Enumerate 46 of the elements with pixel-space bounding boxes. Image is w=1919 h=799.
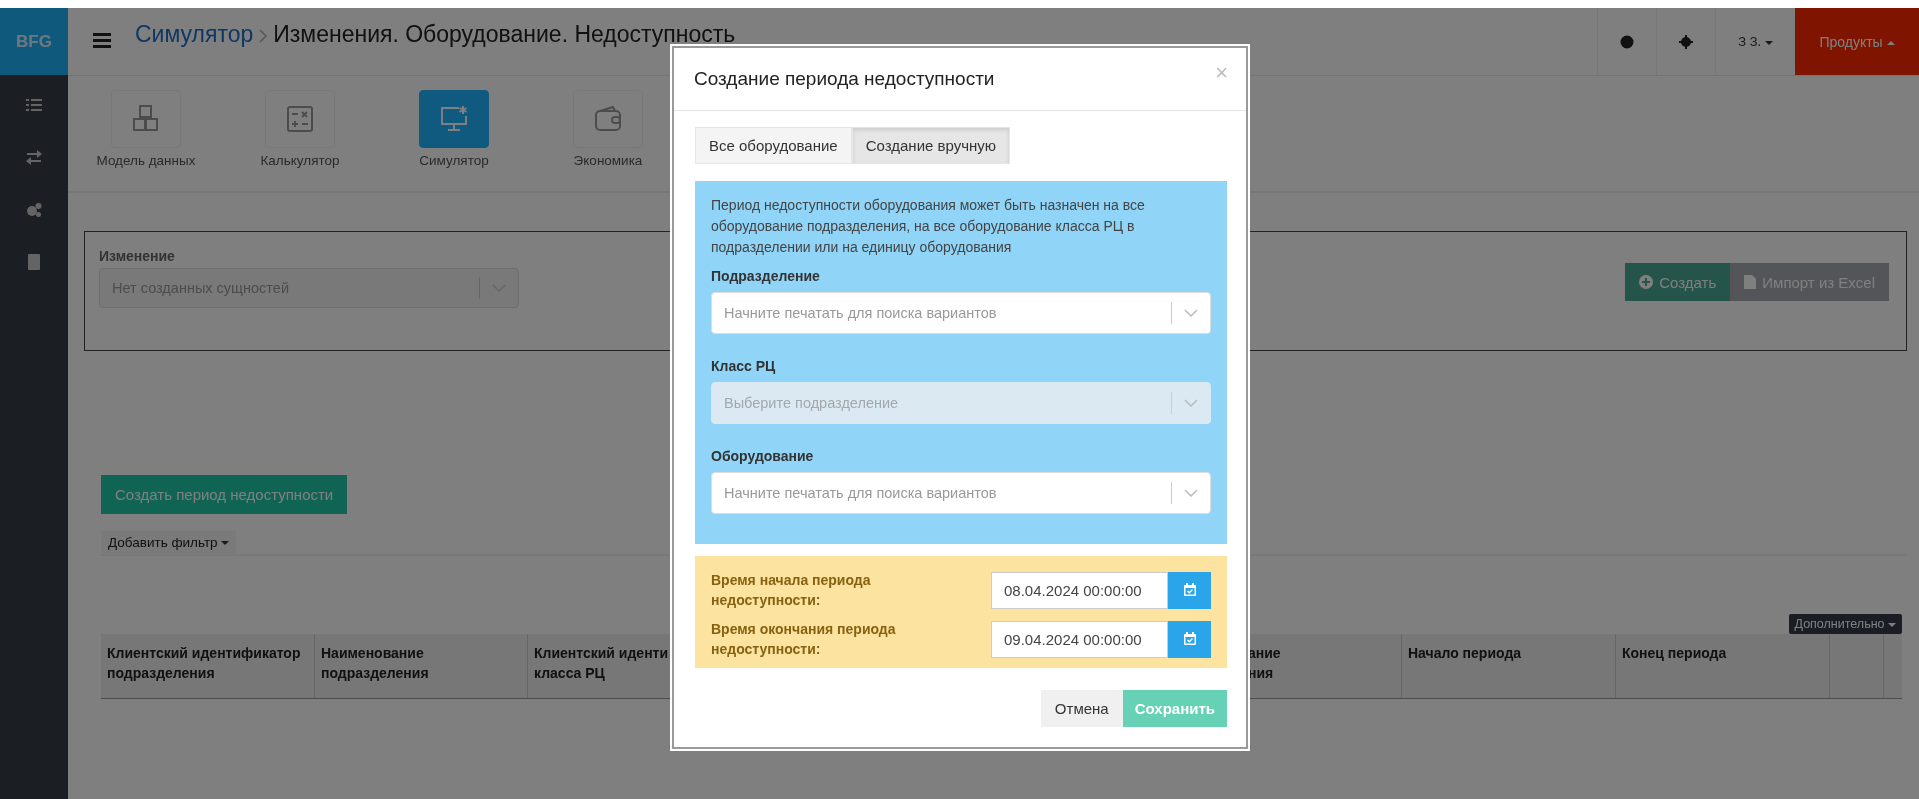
wallet-icon (593, 104, 623, 134)
calendar-icon (1182, 632, 1197, 646)
file-icon (1744, 275, 1757, 289)
cubes-icon (131, 104, 161, 134)
plus-circle-icon (1639, 275, 1654, 289)
module-tab[interactable]: Симулятор (377, 76, 531, 191)
select-field[interactable]: Начните печатать для поиска вариантов (711, 472, 1211, 514)
info-text: Период недоступности оборудования может быть назначен на все оборудование подразделения, на все оборудование класса РЦ в подразделении или на единицу оборудования (711, 196, 1146, 257)
breadcrumb-link[interactable]: Симулятор (135, 21, 254, 48)
monitor-icon (439, 104, 469, 134)
chevron-down-icon (1184, 309, 1198, 317)
products-menu[interactable]: Продукты (1795, 8, 1919, 75)
save-button[interactable]: Сохранить (1122, 690, 1227, 727)
dialog-title: Создание периода недоступности (694, 68, 995, 90)
module-tab[interactable]: Калькулятор (223, 76, 377, 191)
module-tab[interactable]: Модель данных (69, 76, 223, 191)
cancel-button[interactable]: Отмена (1040, 690, 1123, 727)
chevron-down-icon (1184, 489, 1198, 497)
select-field[interactable]: Начните печатать для поиска вариантов (711, 292, 1211, 334)
calendar-icon (1182, 583, 1197, 597)
date-input[interactable]: 08.04.2024 00:00:00 (991, 571, 1168, 609)
field-label: Класс РЦ (711, 358, 777, 374)
more-button[interactable]: Дополнительно (1788, 614, 1902, 634)
calendar-button[interactable] (1168, 571, 1211, 609)
create-button[interactable]: Создать (1625, 263, 1731, 301)
chevron-icon (259, 28, 268, 43)
module-tab[interactable]: Экономика (531, 76, 685, 191)
field-label: Время начала периода недоступности: (711, 571, 872, 610)
table-header-cell: Конец периода (1616, 634, 1830, 698)
field-label: Подразделение (711, 268, 821, 284)
tab[interactable]: Все оборудование (695, 127, 852, 164)
numbered-list-icon[interactable] (26, 98, 42, 114)
table-header-cell: Начало периода (1402, 634, 1616, 698)
close-button[interactable]: × (1215, 60, 1228, 86)
tab[interactable]: Создание вручную (851, 127, 1011, 164)
exchange-icon[interactable] (26, 150, 42, 166)
page-title: Изменения. Оборудование. Недоступность (273, 21, 736, 48)
date-input[interactable]: 09.04.2024 00:00:00 (991, 620, 1168, 658)
table-header-cell: Наименование подразделения (315, 634, 528, 698)
calendar-button[interactable] (1168, 620, 1211, 658)
field-label: Оборудование (711, 448, 815, 464)
add-filter-button[interactable]: Добавить фильтр (101, 531, 237, 553)
table-header-cell: Клиентский идентификатор подразделения (101, 634, 315, 698)
chevron-down-icon (1184, 399, 1198, 407)
field-label: Изменение (99, 248, 176, 264)
menu-icon[interactable] (93, 31, 111, 48)
